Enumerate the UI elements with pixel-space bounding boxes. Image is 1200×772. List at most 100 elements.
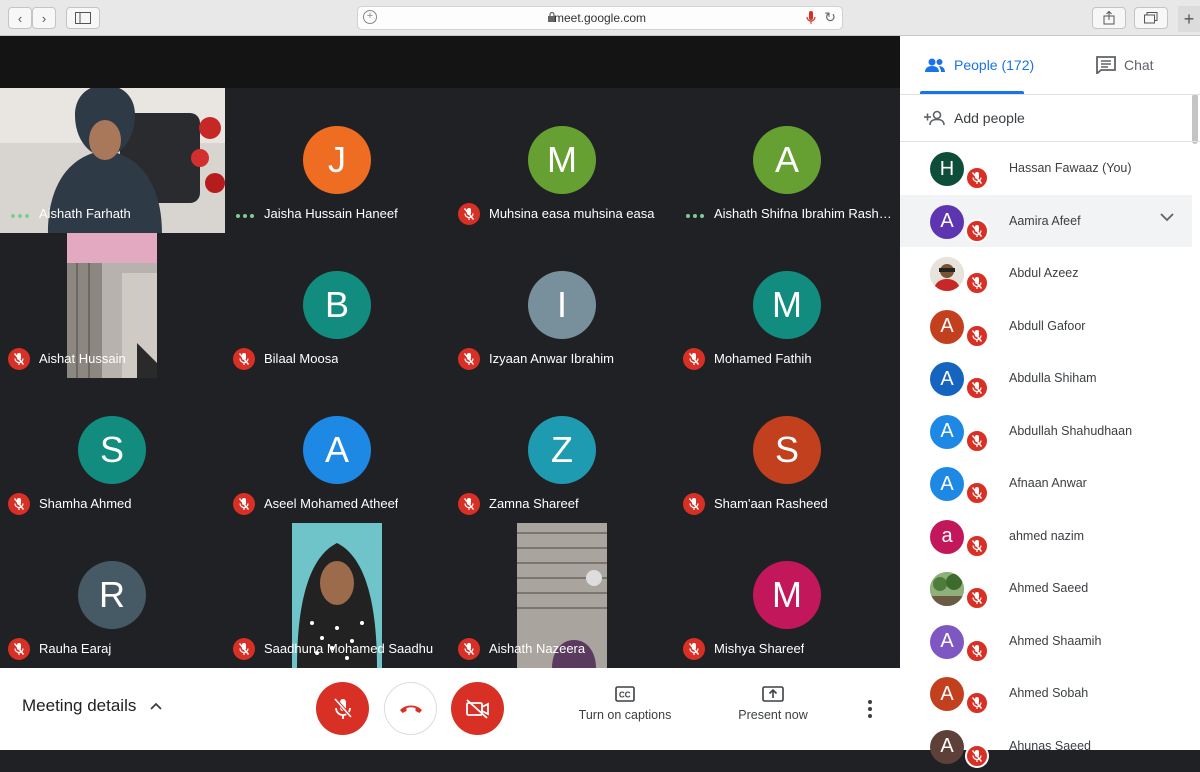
share-icon[interactable]: [1092, 7, 1126, 29]
leave-call-button[interactable]: [384, 682, 437, 735]
participant-name: Abdul Azeez: [1009, 266, 1079, 280]
list-item[interactable]: A Afnaan Anwar: [900, 457, 1200, 510]
captions-button[interactable]: CC Turn on captions: [576, 686, 674, 722]
participant-tile[interactable]: Aishath Nazeera: [450, 523, 675, 668]
mic-off-icon: [965, 639, 989, 663]
avatar: [930, 257, 964, 291]
mic-off-icon: [458, 203, 480, 225]
tab-people[interactable]: People (172): [924, 36, 1034, 94]
tab-chat-label: Chat: [1124, 57, 1154, 73]
avatar: Z: [528, 416, 596, 484]
avatar: A: [930, 677, 964, 711]
participant-tile[interactable]: Saadhuna Mohamed Saadhu: [225, 523, 450, 668]
mic-off-icon: [965, 271, 989, 295]
list-item[interactable]: Ahmed Saeed: [900, 562, 1200, 615]
meeting-controls-bar: Meeting details CC Turn on captions Pres…: [0, 668, 900, 750]
list-item[interactable]: AAhunas Saeed: [900, 720, 1200, 772]
participant-tile[interactable]: M Mohamed Fathih: [675, 233, 900, 378]
list-item[interactable]: aahmed nazim: [900, 510, 1200, 563]
participant-name: Mishya Shareef: [714, 641, 804, 656]
participant-name: Sham'aan Rasheed: [714, 496, 828, 511]
participant-name: Aseel Mohamed Atheef: [264, 496, 398, 511]
address-bar[interactable]: + meet.google.com ↻: [357, 6, 843, 30]
tab-people-label: People (172): [954, 57, 1034, 73]
participant-tile[interactable]: Aishat Hussain: [0, 233, 225, 378]
participant-tile[interactable]: ZZamna Shareef: [450, 378, 675, 523]
tabs-overview-icon[interactable]: [1134, 7, 1168, 29]
participant-tile[interactable]: MMuhsina easa muhsina easa: [450, 88, 675, 233]
participant-tile[interactable]: SSham'aan Rasheed: [675, 378, 900, 523]
list-item[interactable]: AAbdullah Shahudhaan: [900, 405, 1200, 458]
present-now-button[interactable]: Present now: [734, 686, 812, 722]
participant-list: HHassan Fawaaz (You)AAamira Afeef Abdul A…: [900, 142, 1200, 772]
participant-name: Ahmed Shaamih: [1009, 634, 1101, 648]
participant-tile[interactable]: IIzyaan Anwar Ibrahim: [450, 233, 675, 378]
meeting-details-button[interactable]: Meeting details: [22, 696, 162, 716]
participant-tile[interactable]: J Jaisha Hussain Haneef: [225, 88, 450, 233]
mic-off-icon: [683, 638, 705, 660]
forward-button[interactable]: ›: [32, 7, 56, 29]
chat-icon: [1096, 56, 1116, 74]
reload-icon[interactable]: ↻: [824, 9, 836, 26]
microphone-toggle-button[interactable]: [316, 682, 369, 735]
participant-tile[interactable]: S Shamha Ahmed: [0, 378, 225, 523]
avatar: A: [753, 126, 821, 194]
avatar: S: [78, 416, 146, 484]
list-item[interactable]: AAhmed Shaamih: [900, 615, 1200, 668]
mic-off-icon: [965, 481, 989, 505]
present-now-label: Present now: [738, 708, 807, 722]
top-band: [0, 36, 900, 88]
list-item[interactable]: AAbdull Gafoor: [900, 300, 1200, 353]
new-tab-button[interactable]: +: [1178, 6, 1200, 32]
list-item[interactable]: AAamira Afeef: [900, 195, 1192, 248]
avatar: B: [303, 271, 371, 339]
list-item[interactable]: AAbdulla Shiham: [900, 352, 1200, 405]
mic-off-icon: [458, 638, 480, 660]
participant-name: Aishat Hussain: [39, 351, 126, 366]
participant-name: Aishath Nazeera: [489, 641, 585, 656]
list-item[interactable]: HHassan Fawaaz (You): [900, 142, 1200, 195]
avatar: J: [303, 126, 371, 194]
participant-name: Bilaal Moosa: [264, 351, 338, 366]
avatar: a: [930, 520, 964, 554]
avatar: [930, 572, 964, 606]
add-people-button[interactable]: Add people: [900, 94, 1200, 142]
avatar: R: [78, 561, 146, 629]
list-item[interactable]: A Ahmed Sobah: [900, 667, 1200, 720]
participant-name: Shamha Ahmed: [39, 496, 132, 511]
participant-name: Abdullah Shahudhaan: [1009, 424, 1132, 438]
mic-off-icon: [458, 348, 480, 370]
mic-off-icon: [8, 493, 30, 515]
more-options-icon[interactable]: [868, 700, 872, 718]
chevron-down-icon[interactable]: [1160, 213, 1174, 222]
participant-tile[interactable]: A Aseel Mohamed Atheef: [225, 378, 450, 523]
participant-name: Jaisha Hussain Haneef: [264, 206, 398, 221]
participant-name: Mohamed Fathih: [714, 351, 812, 366]
meeting-details-label: Meeting details: [22, 696, 136, 716]
participant-tile[interactable]: B Bilaal Moosa: [225, 233, 450, 378]
tab-chat[interactable]: Chat: [1096, 36, 1154, 94]
participant-tile[interactable]: MMishya Shareef: [675, 523, 900, 668]
mic-off-icon: [233, 638, 255, 660]
back-button[interactable]: ‹: [8, 7, 32, 29]
hang-up-icon: [399, 703, 423, 715]
participant-name: Aishath Shifna Ibrahim Rashe...: [714, 206, 896, 221]
participant-tile[interactable]: Aishath Farhath: [0, 88, 225, 233]
sidebar-toggle-icon[interactable]: [66, 7, 100, 29]
chevron-up-icon: [150, 702, 162, 710]
list-item[interactable]: Abdul Azeez: [900, 247, 1200, 300]
participant-name: Ahmed Sobah: [1009, 686, 1088, 700]
camera-toggle-button[interactable]: [451, 682, 504, 735]
mic-off-icon: [8, 348, 30, 370]
participant-tile[interactable]: A Aishath Shifna Ibrahim Rashe...: [675, 88, 900, 233]
avatar: A: [303, 416, 371, 484]
avatar: A: [930, 467, 964, 501]
panel-tabs: People (172) Chat: [900, 36, 1200, 94]
mic-off-icon: [965, 324, 989, 348]
mic-off-icon: [333, 697, 353, 721]
microphone-icon[interactable]: [806, 11, 816, 25]
mic-off-icon: [8, 638, 30, 660]
participant-name: Afnaan Anwar: [1009, 476, 1087, 490]
participant-tile[interactable]: RRauha Earaj: [0, 523, 225, 668]
avatar: M: [753, 271, 821, 339]
